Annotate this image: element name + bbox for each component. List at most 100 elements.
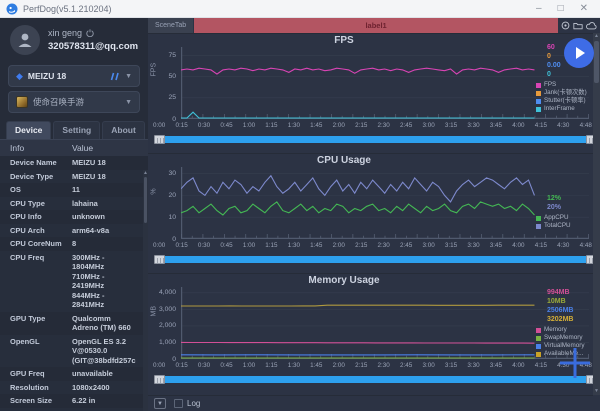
x-tick-label: 4:15	[535, 242, 547, 249]
x-tick-label: 2:45	[400, 362, 412, 369]
legend-item[interactable]: InterFrame	[536, 105, 600, 113]
x-tick-label: 0:15	[175, 362, 187, 369]
maximize-button[interactable]: □	[558, 4, 564, 14]
app-select[interactable]: 使命召唤手游 ▼	[8, 91, 140, 113]
x-tick-label: 0:00	[153, 122, 165, 129]
x-tick-label: 2:00	[333, 362, 345, 369]
log-toggle[interactable]: Log	[174, 399, 200, 408]
vertical-scrollbar-thumb[interactable]	[594, 41, 599, 83]
table-row: CPU Typelahaina	[0, 197, 148, 211]
x-tick-label: 3:00	[422, 362, 434, 369]
legend-item[interactable]: Jank(卡顿次数)	[536, 89, 600, 97]
chart-title: FPS	[148, 35, 540, 46]
legend-item[interactable]: FPS	[536, 81, 600, 89]
cpu-chart: CPU Usage % 0102030 12%20% AppCPUTotalCP…	[148, 153, 600, 273]
x-tick-label: 1:30	[288, 242, 300, 249]
x-tick-label: 4:00	[512, 242, 524, 249]
plot-area	[181, 167, 589, 239]
scrollbar-track[interactable]	[165, 376, 586, 383]
chevron-down-icon[interactable]: ▼	[125, 73, 132, 80]
x-tick-label: 3:15	[445, 362, 457, 369]
table-row: Ram Size10.8 GB	[0, 408, 148, 411]
connection-icon[interactable]	[110, 72, 120, 81]
x-tick-label: 2:45	[400, 122, 412, 129]
x-tick-label: 4:48	[580, 242, 592, 249]
x-tick-label: 1:30	[288, 122, 300, 129]
x-tick-label: 2:15	[355, 242, 367, 249]
table-row: OpenGLOpenGL ES 3.2 V@0530.0 (GIT@38bdfd…	[0, 335, 148, 368]
user-profile: xin geng 320578311@qq.com	[0, 18, 148, 61]
scrollbar-track[interactable]	[165, 136, 586, 143]
x-tick-label: 4:00	[512, 362, 524, 369]
tab-about[interactable]: About	[102, 121, 145, 139]
x-tick-label: 2:30	[378, 362, 390, 369]
x-tick-label: 2:45	[400, 242, 412, 249]
perfdog-logo-icon	[6, 3, 18, 15]
x-axis-labels: 0:000:150:300:451:001:151:301:452:002:15…	[153, 362, 592, 369]
x-tick-label: 0:15	[175, 122, 187, 129]
scene-tab-button[interactable]: SceneTab	[148, 18, 193, 33]
x-tick-label: 1:15	[265, 242, 277, 249]
legend-item[interactable]: Stutter(卡顿率)	[536, 97, 600, 105]
chevron-down-icon[interactable]: ▼	[125, 99, 132, 106]
person-icon	[15, 30, 35, 50]
close-button[interactable]: ✕	[580, 4, 588, 14]
play-icon	[576, 47, 585, 59]
chart-legend: FPSJank(卡顿次数)Stutter(卡顿率)InterFrame	[536, 81, 600, 113]
column-header-info: Info	[10, 143, 72, 153]
crosshair-plus-button[interactable]	[558, 346, 592, 380]
tab-setting[interactable]: Setting	[53, 121, 100, 139]
minimize-button[interactable]: –	[536, 4, 542, 14]
x-tick-label: 0:30	[198, 242, 210, 249]
target-icon[interactable]	[561, 21, 570, 30]
scroll-up-icon[interactable]: ▲	[593, 33, 600, 40]
device-select[interactable]: ◆ MEIZU 18 ▼	[8, 65, 140, 87]
x-tick-label: 0:30	[198, 122, 210, 129]
table-row: Device NameMEIZU 18	[0, 156, 148, 170]
scroll-down-icon[interactable]: ▼	[593, 388, 600, 395]
x-tick-label: 0:00	[153, 362, 165, 369]
logout-power-icon[interactable]	[86, 29, 94, 37]
x-tick-label: 3:30	[467, 362, 479, 369]
x-axis-labels: 0:000:150:300:451:001:151:301:452:002:15…	[153, 122, 592, 129]
tab-device[interactable]: Device	[6, 121, 51, 139]
label1-banner[interactable]: label1	[194, 18, 558, 33]
time-range-scrollbar[interactable]	[154, 374, 597, 384]
play-button[interactable]	[564, 38, 594, 68]
vertical-scrollbar[interactable]: ▲ ▼	[593, 33, 600, 395]
x-tick-label: 2:15	[355, 122, 367, 129]
panel-expand-button[interactable]: ▼	[154, 398, 166, 409]
time-range-scrollbar[interactable]	[154, 134, 597, 144]
chart-title: Memory Usage	[148, 275, 540, 286]
x-axis-labels: 0:000:150:300:451:001:151:301:452:002:15…	[153, 242, 592, 249]
window-title: PerfDog(v5.1.210204)	[23, 4, 536, 14]
device-select-label: MEIZU 18	[28, 71, 105, 81]
x-tick-label: 1:00	[243, 122, 255, 129]
x-tick-label: 3:15	[445, 242, 457, 249]
table-row: CPU Freq300MHz - 1804MHz 710MHz - 2419MH…	[0, 251, 148, 312]
scrollbar-left-handle[interactable]	[154, 375, 165, 384]
table-row: CPU CoreNum8	[0, 237, 148, 251]
plot-area	[181, 47, 589, 119]
scrollbar-track[interactable]	[165, 256, 586, 263]
x-tick-label: 3:00	[422, 242, 434, 249]
legend-item[interactable]: AppCPU	[536, 214, 600, 222]
y-axis-ticks: 01,0002,0003,0004,000	[148, 287, 179, 359]
x-tick-label: 4:30	[557, 242, 569, 249]
table-row: Device TypeMEIZU 18	[0, 170, 148, 184]
time-range-scrollbar[interactable]	[154, 254, 597, 264]
scrollbar-left-handle[interactable]	[154, 255, 165, 264]
legend-item[interactable]: Memory	[536, 326, 600, 334]
legend-item[interactable]: TotalCPU	[536, 222, 600, 230]
scrollbar-left-handle[interactable]	[154, 135, 165, 144]
legend-item[interactable]: SwapMemory	[536, 334, 600, 342]
avatar	[10, 25, 40, 55]
folder-icon[interactable]	[573, 21, 583, 30]
x-tick-label: 0:45	[220, 122, 232, 129]
user-email: 320578311@qq.com	[48, 41, 138, 52]
x-tick-label: 1:15	[265, 122, 277, 129]
cloud-icon[interactable]	[586, 22, 597, 30]
x-tick-label: 3:00	[422, 122, 434, 129]
x-tick-label: 3:30	[467, 122, 479, 129]
log-checkbox[interactable]	[174, 399, 183, 408]
